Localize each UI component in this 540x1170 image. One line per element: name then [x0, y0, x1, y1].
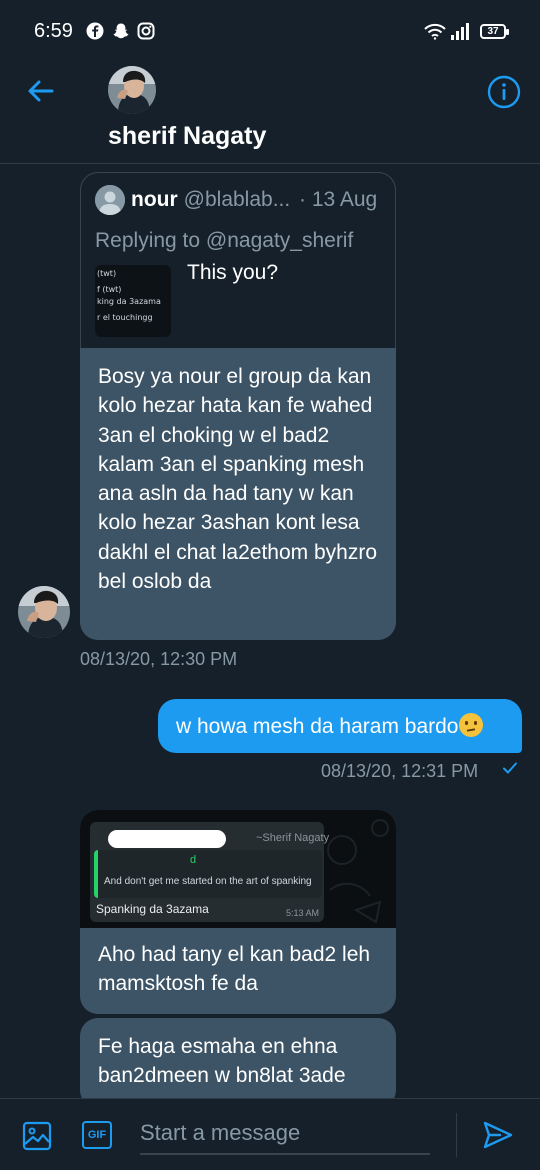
message-text: Aho had tany el kan bad2 leh mamsktosh f… [98, 943, 371, 996]
battery-icon: 37 [480, 24, 509, 39]
whatsapp-time: 5:13 AM [286, 908, 320, 918]
message-input[interactable] [140, 1113, 430, 1155]
thumb-line: f (twt) [97, 285, 122, 294]
back-arrow-icon[interactable] [26, 76, 56, 106]
sender-avatar[interactable] [18, 586, 70, 638]
replying-handle-link[interactable]: @nagaty_sherif [206, 229, 353, 252]
quoted-author-name: nour [131, 188, 178, 211]
message-text: Bosy ya nour el group da kan kolo hezar … [98, 365, 377, 594]
message-bubble-received[interactable]: nour @blablab... · 13 Aug Replying to @na… [80, 172, 396, 640]
whatsapp-quote: d And don't get me started on the art of… [94, 850, 322, 898]
quoted-tweet[interactable]: nour @blablab... · 13 Aug Replying to @na… [80, 172, 396, 348]
default-avatar-icon [95, 185, 125, 215]
quoted-author: nour @blablab... [131, 188, 290, 212]
instagram-icon [137, 22, 155, 40]
message-bubble-sent[interactable]: w howa mesh da haram bardo [158, 699, 522, 753]
divider [456, 1113, 457, 1157]
conversation-header: sherif Nagaty [0, 64, 540, 164]
wifi-icon [424, 23, 446, 40]
image-icon[interactable] [22, 1121, 52, 1151]
whatsapp-quote-mark: d [190, 854, 197, 866]
quoted-media-thumbnail[interactable]: (twt) f (twt) king da 3azama r el touchi… [95, 265, 171, 337]
thumb-line: r el touchingg [97, 313, 153, 322]
redaction-scribble [108, 830, 226, 848]
message-text: Fe haga esmaha en ehna ban2dmeen w bn8la… [98, 1035, 346, 1088]
status-bar: 6:59 37 [0, 0, 540, 64]
quoted-text: This you? [187, 261, 279, 284]
page-title: sherif Nagaty [108, 122, 267, 150]
avatar[interactable] [108, 66, 156, 114]
battery-level: 37 [487, 26, 499, 37]
whatsapp-message: ~Sherif Nagaty d And don't get me starte… [90, 822, 329, 922]
quoted-date: · 13 Aug [299, 188, 378, 211]
whatsapp-message-text: Spanking da 3azama [96, 902, 209, 916]
info-icon[interactable] [486, 74, 522, 110]
replying-prefix: Replying to [95, 229, 206, 252]
signal-icon [451, 23, 469, 40]
message-bubble-received[interactable]: ~Sherif Nagaty d And don't get me starte… [80, 810, 396, 1014]
whatsapp-quote-text: And don't get me started on the art of s… [104, 876, 312, 887]
message-bubble-received[interactable]: Fe haga esmaha en ehna ban2dmeen w bn8la… [80, 1018, 396, 1108]
gif-button[interactable]: GIF [82, 1121, 112, 1149]
thumb-line: (twt) [97, 269, 117, 278]
message-text: w howa mesh da haram bardo [176, 715, 459, 738]
whatsapp-sender: ~Sherif Nagaty [256, 832, 330, 844]
message-timestamp: 08/13/20, 12:30 PM [80, 649, 238, 669]
snapchat-icon [113, 23, 129, 39]
replying-to: Replying to @nagaty_sherif [95, 229, 353, 253]
screenshot-image[interactable]: ~Sherif Nagaty d And don't get me starte… [80, 810, 396, 928]
message-composer: GIF [0, 1098, 540, 1170]
send-icon[interactable] [482, 1119, 514, 1151]
quoted-author-handle: @blablab... [183, 188, 291, 211]
thumb-line: king da 3azama [97, 297, 161, 306]
sent-check-icon [503, 762, 517, 774]
facebook-icon [86, 22, 104, 40]
thinking-emoji-icon [458, 713, 483, 737]
status-time: 6:59 [34, 20, 73, 42]
message-timestamp: 08/13/20, 12:31 PM [321, 761, 479, 781]
